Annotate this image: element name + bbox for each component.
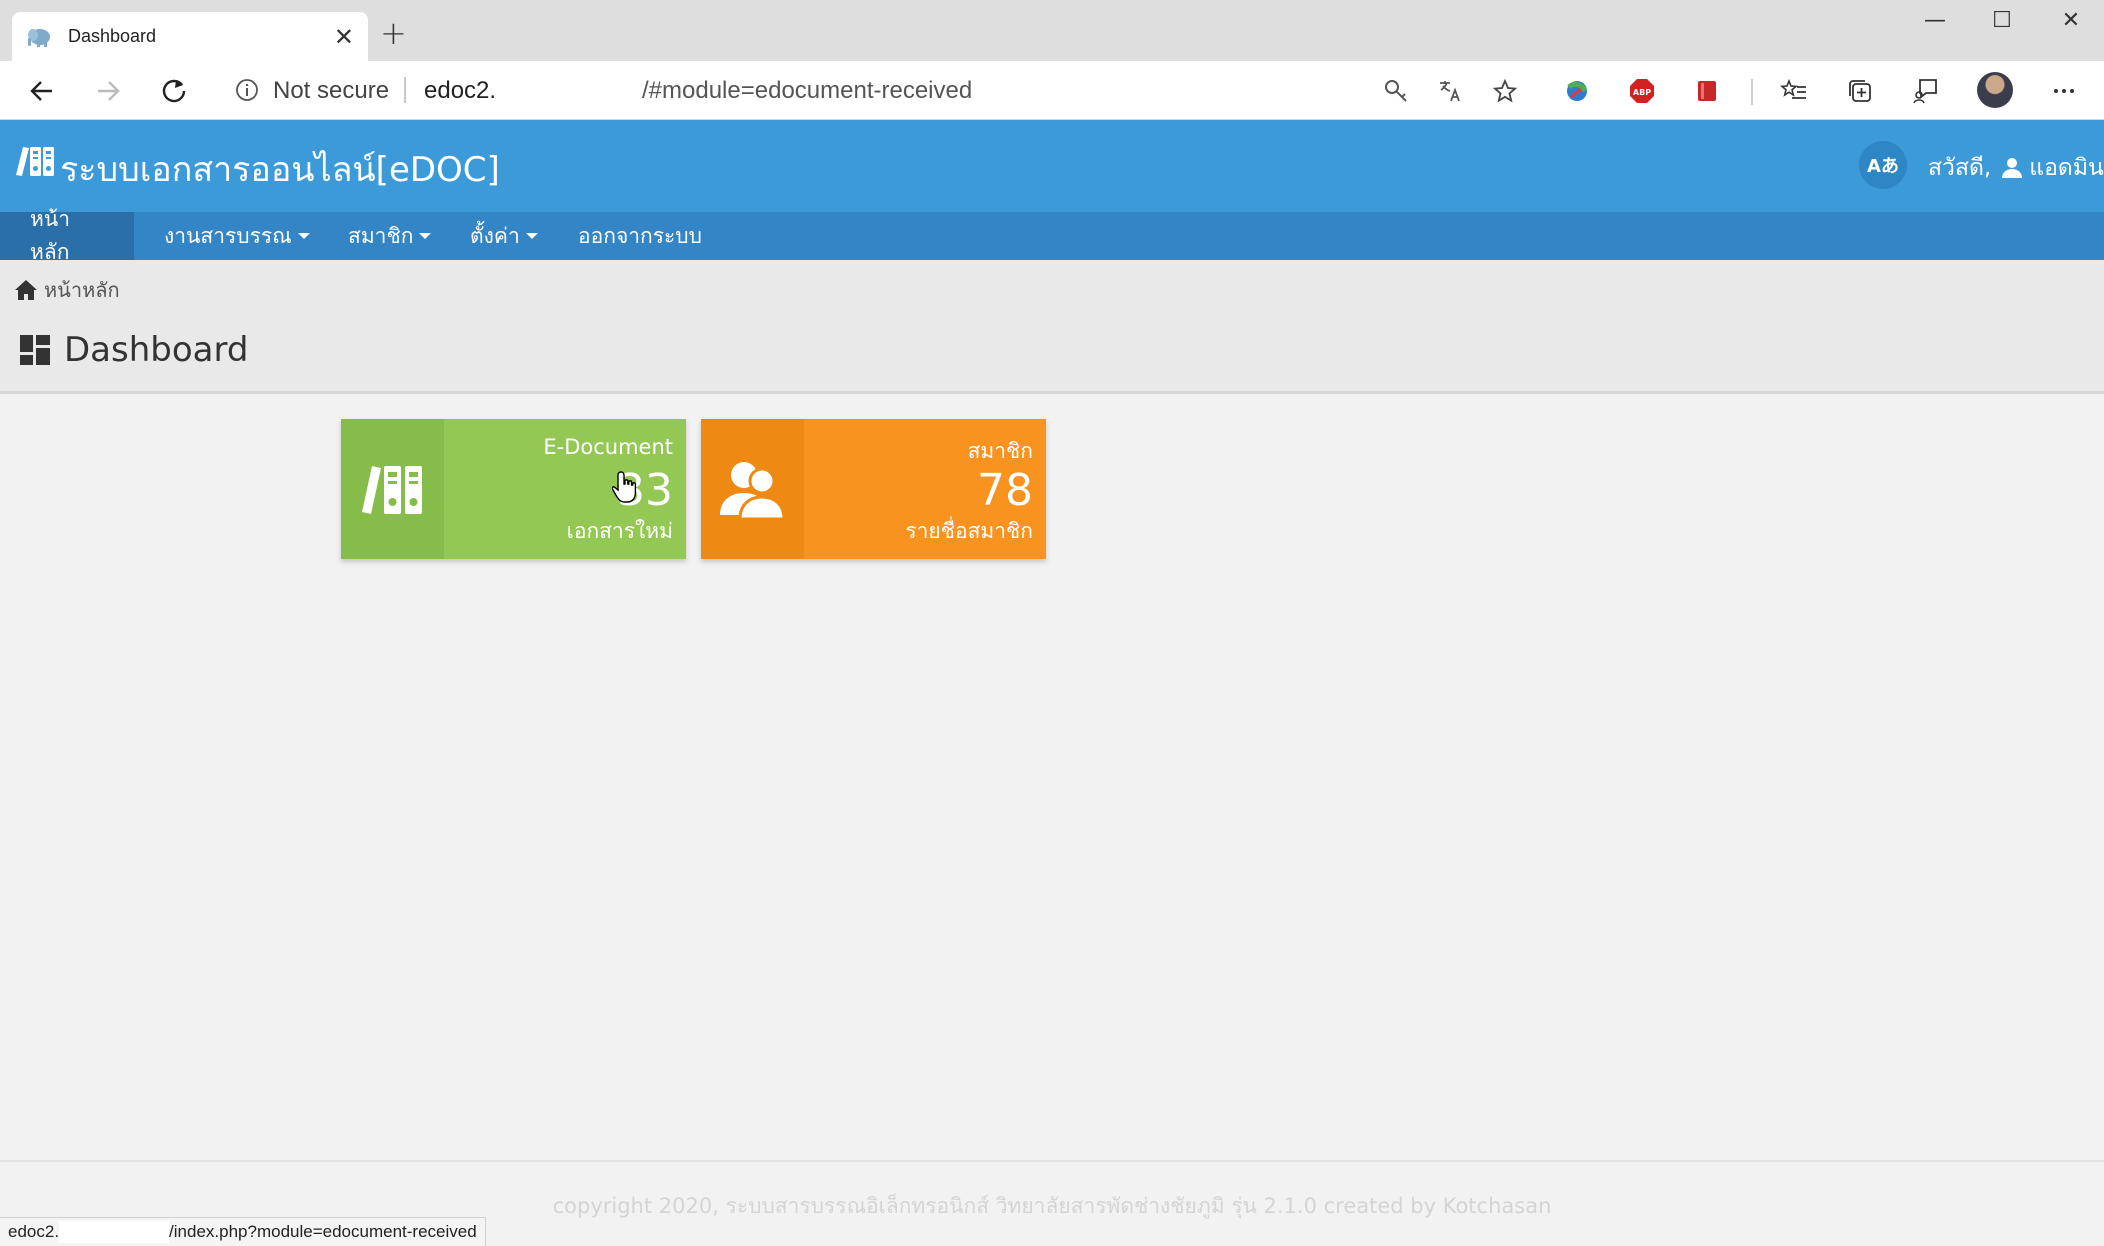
nav-correspondence-label: งานสารบรรณ xyxy=(164,223,292,248)
more-menu-icon[interactable] xyxy=(2046,73,2082,109)
status-redacted-block xyxy=(59,1221,170,1243)
card-count: 33 xyxy=(617,465,673,516)
browser-tab[interactable]: Dashboard ✕ xyxy=(12,12,368,61)
caret-down-icon xyxy=(525,233,538,239)
site-title[interactable]: ระบบเอกสารออนไลน์[eDOC] xyxy=(60,142,500,196)
username: แอดมิน xyxy=(2029,155,2104,181)
favorites-list-icon[interactable] xyxy=(1776,73,1812,109)
address-host[interactable]: edoc2. xyxy=(424,77,496,105)
users-icon xyxy=(719,462,786,521)
greeting-text: สวัสดี, xyxy=(1928,155,1992,181)
card-subtitle: รายชื่อสมาชิก xyxy=(905,519,1033,543)
members-card[interactable]: สมาชิก 78 รายชื่อสมาชิก xyxy=(701,419,1046,559)
browser-status-bar: edoc2. /index.php?module=edocument-recei… xyxy=(0,1217,486,1246)
tab-title: Dashboard xyxy=(68,26,157,46)
adblock-plus-icon[interactable]: ABP xyxy=(1624,73,1660,109)
card-subtitle: เอกสารใหม่ xyxy=(566,519,673,543)
refresh-icon[interactable] xyxy=(156,73,192,109)
edocument-card[interactable]: E-Document 33 เอกสารใหม่ xyxy=(341,419,686,559)
user-icon xyxy=(2002,158,2023,178)
feedback-icon[interactable] xyxy=(1908,73,1944,109)
maximize-icon[interactable]: ☐ xyxy=(1982,8,2022,33)
new-tab-icon[interactable]: + xyxy=(380,17,407,49)
footer-divider xyxy=(0,1160,2104,1162)
minimize-icon[interactable]: — xyxy=(1915,8,1955,33)
card-label: สมาชิก xyxy=(967,439,1033,463)
caret-down-icon xyxy=(419,233,432,239)
main-nav: หน้าหลัก งานสารบรรณ สมาชิก ตั้งค่า ออกจา… xyxy=(0,207,2104,264)
status-url-suffix: /index.php?module=edocument-received xyxy=(169,1222,477,1241)
key-icon[interactable] xyxy=(1378,73,1414,109)
page-title-text: Dashboard xyxy=(64,330,249,370)
dashboard-icon xyxy=(20,335,50,365)
browser-toolbar: Not secure edoc2. /#module=edocument-rec… xyxy=(0,61,2104,120)
breadcrumb-home: หน้าหลัก xyxy=(44,278,120,302)
nav-logout-label: ออกจากระบบ xyxy=(578,223,702,248)
svg-text:ABP: ABP xyxy=(1633,88,1651,97)
download-manager-extension-icon[interactable] xyxy=(1559,73,1595,109)
nav-settings-label: ตั้งค่า xyxy=(470,223,520,248)
card-label: E-Document xyxy=(543,435,673,459)
nav-correspondence[interactable]: งานสารบรรณ xyxy=(134,212,340,260)
card-icon-area xyxy=(341,419,444,559)
card-body: สมาชิก 78 รายชื่อสมาชิก xyxy=(804,419,1046,559)
book-extension-icon[interactable] xyxy=(1689,73,1725,109)
breadcrumb-bar: หน้าหลัก Dashboard xyxy=(0,260,2104,394)
forward-icon[interactable] xyxy=(90,73,126,109)
status-url-prefix: edoc2. xyxy=(8,1222,60,1241)
not-secure-label[interactable]: Not secure xyxy=(273,77,389,105)
card-body: E-Document 33 เอกสารใหม่ xyxy=(444,419,686,559)
home-icon xyxy=(15,280,37,300)
window-close-icon[interactable]: ✕ xyxy=(2051,8,2091,33)
nav-members-label: สมาชิก xyxy=(348,223,414,248)
binders-logo-icon[interactable] xyxy=(14,144,56,178)
browser-tabstrip: Dashboard ✕ + — ☐ ✕ xyxy=(0,0,2104,61)
site-header: ระบบเอกสารออนไลน์[eDOC] Aあ สวัสดี, แอดมิ… xyxy=(0,120,2104,212)
profile-avatar[interactable] xyxy=(1977,72,2013,108)
address-path[interactable]: /#module=edocument-received xyxy=(642,77,972,105)
translate-icon[interactable] xyxy=(1432,73,1468,109)
tab-close-icon[interactable]: ✕ xyxy=(334,25,354,49)
extension-separator xyxy=(1751,79,1753,105)
collections-icon[interactable] xyxy=(1842,73,1878,109)
nav-home[interactable]: หน้าหลัก xyxy=(0,207,134,264)
page-title: Dashboard xyxy=(20,330,248,370)
address-separator xyxy=(404,77,406,103)
nav-logout[interactable]: ออกจากระบบ xyxy=(548,212,732,260)
card-count: 78 xyxy=(977,465,1033,516)
info-icon[interactable] xyxy=(234,77,260,103)
user-greeting[interactable]: สวัสดี, แอดมิน xyxy=(1928,150,2104,186)
card-icon-area xyxy=(701,419,804,559)
breadcrumb[interactable]: หน้าหลัก xyxy=(14,274,120,306)
favorite-star-icon[interactable] xyxy=(1487,73,1523,109)
binders-icon xyxy=(361,466,422,514)
language-button[interactable]: Aあ xyxy=(1859,141,1907,189)
elephant-favicon-icon xyxy=(28,28,50,47)
caret-down-icon xyxy=(297,233,310,239)
back-icon[interactable] xyxy=(24,73,60,109)
